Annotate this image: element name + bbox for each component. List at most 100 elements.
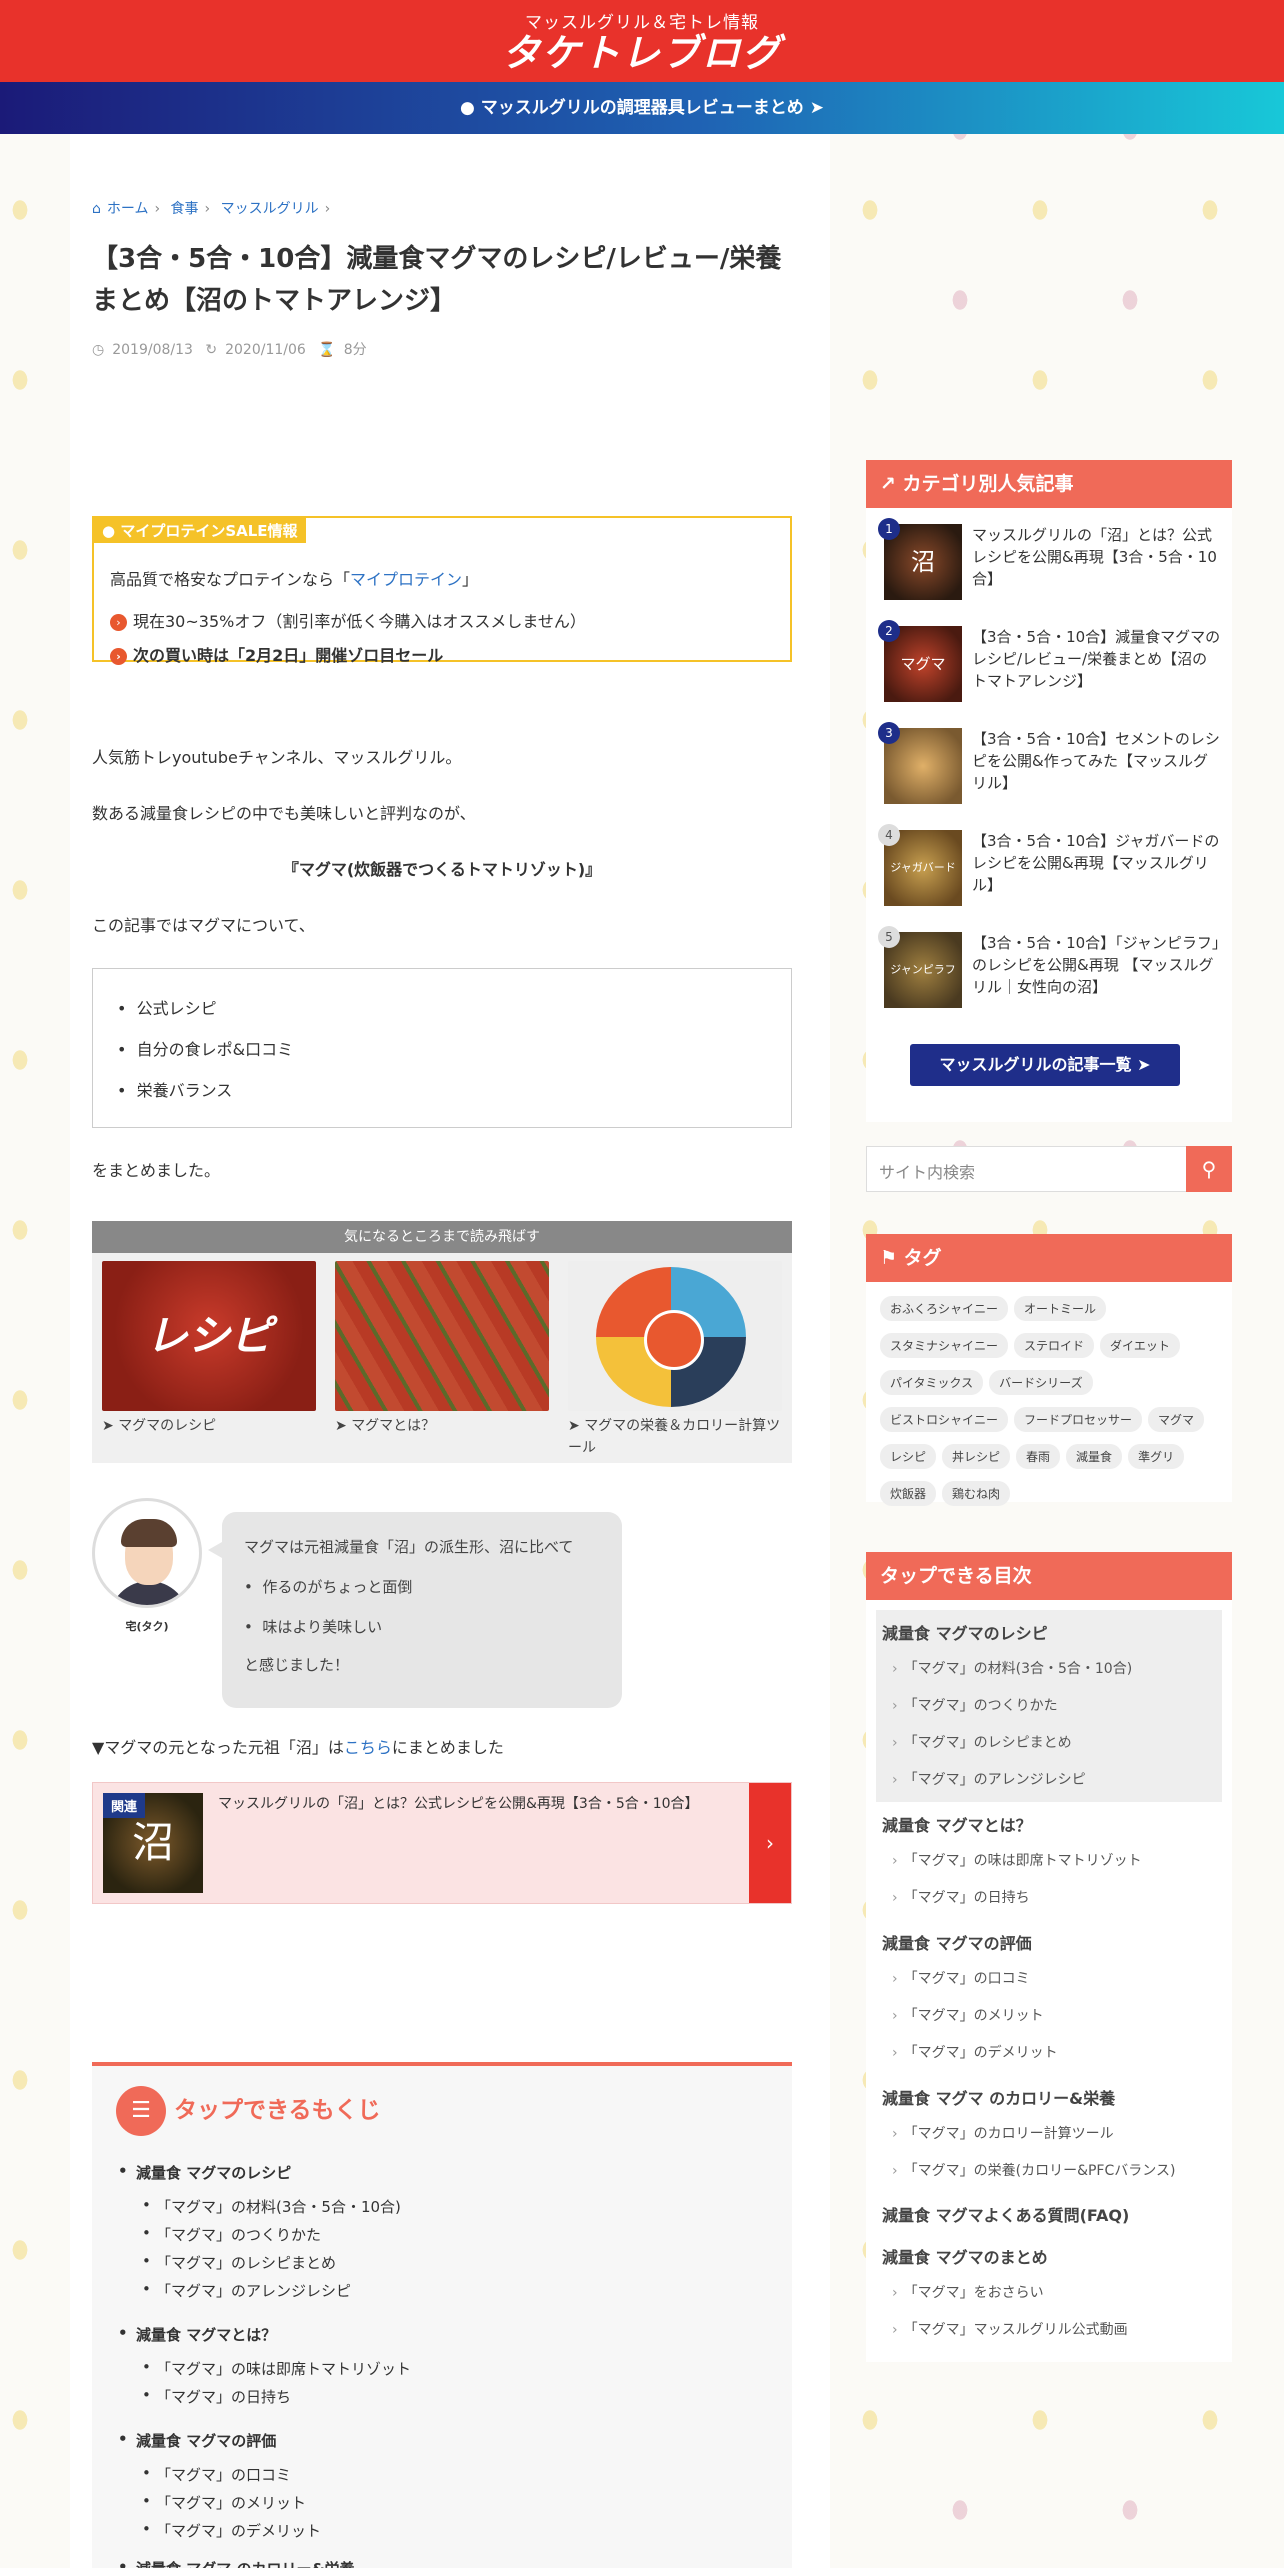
related-badge: 関連 — [103, 1793, 146, 1818]
sidebar-toc: タップできる目次 減量食 マグマのレシピ 「マグマ」の材料(3合・5合・10合)… — [866, 1552, 1232, 2362]
tag[interactable]: 春雨 — [1016, 1444, 1061, 1469]
sidebar-toc-item[interactable]: 減量食 マグマよくある質問(FAQ) — [882, 2202, 1129, 2226]
sidebar-toc-item[interactable]: 減量食 マグマの評価 — [882, 1930, 1032, 1954]
sidebar-toc-subitem[interactable]: 「マグマ」のカロリー計算ツール — [892, 2123, 1114, 2143]
nutrition-plate-icon — [596, 1267, 746, 1407]
site-logo[interactable]: タケトレブログ — [482, 28, 802, 78]
sidebar-toc-subitem[interactable]: 「マグマ」の口コミ — [892, 1968, 1030, 1988]
list-icon: ☰ — [116, 2086, 166, 2136]
lightbulb-icon: ● — [102, 522, 121, 540]
toc-item[interactable]: 減量食 マグマとは？ — [118, 2324, 276, 2345]
tag[interactable]: 丼レシピ — [942, 1444, 1011, 1469]
bubble-text: マグマは元祖減量食「沼」の派生形、沼に比べて — [244, 1538, 574, 1556]
sidebar-toc-item[interactable]: 減量食 マグマとは？ — [882, 1812, 1032, 1836]
sidebar-toc-subitem[interactable]: 「マグマ」の日持ち — [892, 1887, 1030, 1907]
popular-item[interactable]: 沼 1 マッスルグリルの「沼」とは？公式レシピを公開&再現【3合・5合・10合】 — [878, 518, 1224, 600]
tag[interactable]: パイタミックス — [880, 1370, 984, 1395]
all-posts-button[interactable]: マッスルグリルの記事一覧 ➤ — [910, 1044, 1180, 1086]
sidebar-toc-subitem[interactable]: 「マグマ」の材料(3合・5合・10合) — [892, 1658, 1133, 1678]
tag[interactable]: フードプロセッサー — [1014, 1407, 1143, 1432]
sidebar-toc-subitem[interactable]: 「マグマ」のデメリット — [892, 2042, 1058, 2062]
refresh-icon: ↻ — [205, 342, 218, 358]
site-search[interactable]: サイト内検索 ⚲ — [866, 1146, 1232, 1192]
popular-item[interactable]: マグマ 2 【3合・5合・10合】減量食マグマのレシピ/レビュー/栄養まとめ【沼のト… — [878, 620, 1224, 702]
tag[interactable]: マグマ — [1148, 1407, 1205, 1432]
jump-card-about[interactable]: ➤ マグマとは？ — [335, 1261, 549, 1437]
breadcrumb-home[interactable]: ホーム — [107, 201, 149, 217]
tag[interactable]: 炊飯器 — [880, 1481, 937, 1506]
sidebar-toc-item[interactable]: 減量食 マグマのまとめ — [882, 2244, 1048, 2268]
sale-item: › 次の買い時は「2月2日」開催ゾロ目セール — [110, 642, 443, 666]
list-item: • 公式レシピ — [117, 999, 217, 1018]
toc-subitem[interactable]: 「マグマ」の味は即席トマトリゾット — [142, 2358, 411, 2379]
chevron-right-icon[interactable]: › — [749, 1783, 791, 1903]
toc-title: ☰ タップできるもくじ — [116, 2086, 381, 2136]
sidebar-toc-subitem[interactable]: 「マグマ」のメリット — [892, 2005, 1044, 2025]
lightbulb-icon: ● — [459, 98, 475, 118]
toc-item[interactable]: 減量食 マグマのレシピ — [118, 2162, 291, 2183]
jump-links: 気になるところまで読み飛ばす レシピ ➤ マグマのレシピ ➤ マグマとは？ ➤ … — [92, 1221, 792, 1463]
sidebar-toc-subitem[interactable]: 「マグマ」マッスルグリル公式動画 — [892, 2319, 1128, 2339]
toc-subitem[interactable]: 「マグマ」のデメリット — [142, 2520, 321, 2541]
numa-link[interactable]: こちら — [344, 1738, 392, 1757]
popular-title: 【3合・5合・10合】ジャガバードのレシピを公開&再現【マッスルグリル】 — [972, 832, 1220, 894]
avatar — [92, 1498, 202, 1608]
site-header: マッスルグリル＆宅トレ情報 タケトレブログ — [0, 0, 1284, 82]
breadcrumb-muscle-grill[interactable]: マッスルグリル — [221, 201, 319, 217]
toc-subitem[interactable]: 「マグマ」のメリット — [142, 2492, 306, 2513]
sidebar-toc-subitem[interactable]: 「マグマ」の栄養(カロリー&PFCバランス) — [892, 2160, 1176, 2180]
myprotein-link[interactable]: マイプロテイン — [350, 570, 462, 589]
body-paragraph: 数ある減量食レシピの中でも美味しいと評判なのが、 — [92, 804, 476, 823]
tag[interactable]: レシピ — [880, 1444, 937, 1469]
sidebar-toc-item[interactable]: 減量食 マグマ のカロリー&栄養 — [882, 2085, 1115, 2109]
tag[interactable]: 減量食 — [1066, 1444, 1123, 1469]
tag[interactable]: ダイエット — [1100, 1333, 1180, 1358]
body-paragraph: ▼マグマの元となった元祖「沼」はこちらにまとめました — [92, 1738, 504, 1757]
search-input[interactable]: サイト内検索 — [879, 1159, 975, 1183]
popular-item[interactable]: ジャガバード 4 【3合・5合・10合】ジャガバードのレシピを公開&再現【マッスルグ… — [878, 824, 1224, 906]
tag[interactable]: バードシリーズ — [989, 1370, 1093, 1395]
body-paragraph: この記事ではマグマについて、 — [92, 916, 315, 935]
sale-line1: 高品質で格安なプロテインなら「マイプロテイン」 — [110, 570, 479, 589]
sidebar-toc-subitem[interactable]: 「マグマ」のアレンジレシピ — [892, 1769, 1086, 1789]
author-name: 宅(タク) — [125, 1620, 169, 1633]
home-icon: ⌂ — [92, 201, 101, 217]
tag[interactable]: おふくろシャイニー — [880, 1296, 1009, 1321]
tag[interactable]: 準グリ — [1128, 1444, 1185, 1469]
bubble-text: と感じました！ — [244, 1656, 350, 1674]
sidebar-toc-subitem[interactable]: 「マグマ」のつくりかた — [892, 1695, 1058, 1715]
jump-card-recipe[interactable]: レシピ ➤ マグマのレシピ — [102, 1261, 316, 1437]
toc-subitem[interactable]: 「マグマ」のつくりかた — [142, 2224, 321, 2245]
magma-thumbnail — [335, 1261, 549, 1411]
popular-item[interactable]: 3 【3合・5合・10合】セメントのレシピを公開&作ってみた【マッスルグリル】 — [878, 722, 1224, 804]
sale-heading: ● マイプロテインSALE情報 — [94, 518, 306, 543]
tag[interactable]: オートミール — [1014, 1296, 1107, 1321]
search-icon[interactable]: ⚲ — [1186, 1146, 1232, 1192]
toc-item[interactable]: 減量食 マグマ のカロリー&栄養 — [118, 2558, 354, 2568]
toc-subitem[interactable]: 「マグマ」のレシピまとめ — [142, 2252, 336, 2273]
rank-badge: 4 — [878, 824, 900, 846]
popular-item[interactable]: ジャンピラフ 5 【3合・5合・10合】「ジャンピラフ」のレシピを公開&再現 【マッ… — [878, 926, 1224, 1008]
breadcrumb-food[interactable]: 食事 — [171, 201, 199, 217]
toc-subitem[interactable]: 「マグマ」の口コミ — [142, 2464, 291, 2485]
tag[interactable]: ステロイド — [1014, 1333, 1095, 1358]
sidebar-toc-subitem[interactable]: 「マグマ」のレシピまとめ — [892, 1732, 1072, 1752]
toc-subitem[interactable]: 「マグマ」のアレンジレシピ — [142, 2280, 351, 2301]
hourglass-icon: ⌛ — [318, 342, 336, 358]
tag[interactable]: スタミナシャイニー — [880, 1333, 1009, 1358]
tag[interactable]: 鶏むね肉 — [942, 1481, 1011, 1506]
related-post-card[interactable]: 沼 関連 マッスルグリルの「沼」とは？公式レシピを公開&再現【3合・5合・10合… — [92, 1782, 792, 1904]
jump-card-nutrition[interactable]: ➤ マグマの栄養＆カロリー計算ツール — [568, 1261, 782, 1459]
toc-subitem[interactable]: 「マグマ」の材料(3合・5合・10合) — [142, 2196, 401, 2217]
tag[interactable]: ビストロシャイニー — [880, 1407, 1009, 1432]
notice-bar[interactable]: ● マッスルグリルの調理器具レビューまとめ ➤ — [0, 82, 1284, 134]
sidebar-toc-subitem[interactable]: 「マグマ」の味は即席トマトリゾット — [892, 1850, 1142, 1870]
body-highlight: 『マグマ(炊飯器でつくるトマトリゾット)』 — [282, 860, 602, 879]
toc-item[interactable]: 減量食 マグマの評価 — [118, 2430, 276, 2451]
sidebar-toc-item[interactable]: 減量食 マグマのレシピ — [882, 1620, 1048, 1644]
toc-subitem[interactable]: 「マグマ」の日持ち — [142, 2386, 291, 2407]
main-content: ⌂ ホーム › 食事 › マッスルグリル › 【3合・5合・10合】減量食マグマのレシピ… — [70, 134, 830, 2568]
chevron-circle-icon: ➤ — [568, 1418, 585, 1434]
sidebar-toc-subitem[interactable]: 「マグマ」をおさらい — [892, 2282, 1044, 2302]
breadcrumb: ⌂ ホーム › 食事 › マッスルグリル › — [92, 201, 331, 217]
